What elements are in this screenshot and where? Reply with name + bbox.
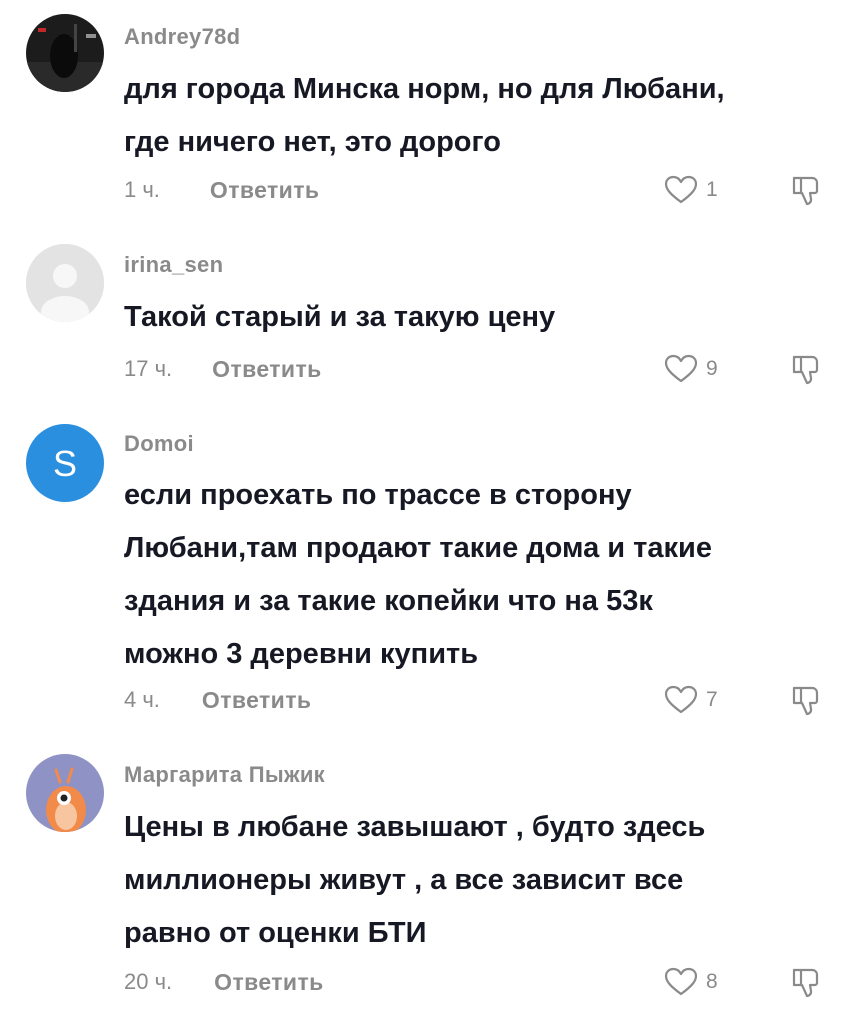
like-count: 9 (706, 357, 718, 380)
comment-meta: 20 ч. Ответить (124, 966, 324, 998)
like-count: 7 (706, 688, 718, 711)
thumbs-down-icon (792, 176, 819, 206)
avatar-photo (26, 14, 104, 92)
dislike-button[interactable] (790, 964, 824, 998)
default-avatar-icon (26, 244, 104, 322)
comment-text-line: можно 3 деревни купить (124, 638, 479, 670)
comment-username[interactable]: Маргарита Пыжик (124, 762, 325, 788)
comment-meta: 4 ч. Ответить (124, 684, 311, 716)
comment-time: 17 ч. (124, 356, 173, 381)
comment-time: 4 ч. (124, 687, 160, 712)
comment-text-line: здания и за такие копейки что на 53к (124, 585, 653, 617)
comment-text: Такой старый и за такую цену (124, 291, 844, 344)
comment-meta: 1 ч. Ответить (124, 174, 319, 206)
reply-button[interactable]: Ответить (202, 687, 312, 714)
comment-text: Цены в любане завышают , будто здесь мил… (124, 801, 844, 960)
comment-text-line: миллионеры живут , а все зависит все (124, 864, 684, 896)
dislike-button[interactable] (790, 172, 824, 206)
comment-text-line: равно от оценки БТИ (124, 917, 427, 949)
comment-username[interactable]: Andrey78d (124, 24, 240, 50)
like-button[interactable]: 8 (664, 966, 718, 998)
like-count: 1 (706, 178, 718, 201)
heart-outline-icon (664, 354, 698, 383)
thumbs-down-icon (792, 355, 819, 385)
avatar[interactable] (26, 244, 104, 322)
heart-outline-icon (664, 685, 698, 714)
comment-text: для города Минска норм, но для Любани, г… (124, 63, 844, 169)
avatar[interactable] (26, 754, 104, 832)
comment-text: если проехать по трассе в сторону Любани… (124, 469, 844, 681)
like-count: 8 (706, 970, 718, 993)
avatar[interactable]: S (26, 424, 104, 502)
heart-outline-icon (664, 175, 698, 204)
comment-text-line: где ничего нет, это дорого (124, 126, 501, 158)
avatar[interactable] (26, 14, 104, 92)
comment-text-line: Цены в любане завышают , будто здесь (124, 811, 706, 843)
comment-text-line: Любани,там продают такие дома и такие (124, 532, 712, 564)
reply-button[interactable]: Ответить (214, 969, 324, 996)
illustration-avatar-icon (26, 754, 104, 832)
comment-time: 20 ч. (124, 969, 173, 994)
comment-text-line: если проехать по трассе в сторону (124, 479, 632, 511)
like-button[interactable]: 7 (664, 684, 718, 716)
comment-text-line: для города Минска норм, но для Любани, (124, 73, 725, 105)
dislike-button[interactable] (790, 682, 824, 716)
thumbs-down-icon (792, 968, 819, 998)
heart-outline-icon (664, 967, 698, 996)
letter-avatar-icon: S (26, 424, 104, 502)
comment-username[interactable]: Domoi (124, 431, 194, 457)
dislike-button[interactable] (790, 351, 824, 385)
reply-button[interactable]: Ответить (210, 177, 320, 204)
like-button[interactable]: 1 (664, 174, 718, 206)
avatar-letter: S (53, 443, 77, 484)
comment-username[interactable]: irina_sen (124, 252, 223, 278)
comment-meta: 17 ч. Ответить (124, 353, 322, 385)
reply-button[interactable]: Ответить (212, 356, 322, 383)
like-button[interactable]: 9 (664, 353, 718, 385)
comment-time: 1 ч. (124, 177, 160, 202)
thumbs-down-icon (792, 686, 819, 716)
comment-text-line: Такой старый и за такую цену (124, 301, 556, 333)
